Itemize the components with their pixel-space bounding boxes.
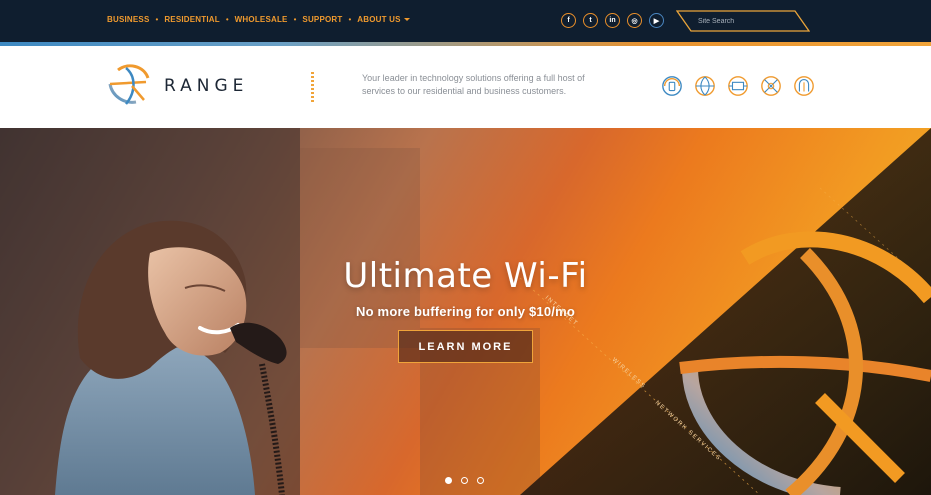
brand-tagline: Your leader in technology solutions offe… [362,73,585,96]
facebook-icon[interactable]: f [561,13,576,28]
social-links: f t in ◎ ▶ [561,13,671,28]
wireless-service-icon[interactable] [760,75,782,97]
network-service-icon[interactable] [793,75,815,97]
learn-more-button[interactable]: LEARN MORE [398,330,533,363]
brand-wordmark[interactable]: RANGE [164,76,248,96]
nav-separator: • [155,15,159,24]
nav-wholesale[interactable]: WHOLESALE [235,15,288,24]
header-divider [311,72,314,102]
hero-subtitle: No more buffering for only $10/mo [356,304,575,319]
nav-separator: • [293,15,297,24]
chevron-down-icon [403,18,410,22]
nav-separator: • [348,15,352,24]
nav-residential[interactable]: RESIDENTIAL [164,15,220,24]
linkedin-icon[interactable]: in [605,13,620,28]
nav-separator: • [225,15,229,24]
tv-service-icon[interactable] [727,75,749,97]
service-icons [661,75,826,97]
youtube-icon[interactable]: ▶ [649,13,664,28]
internet-service-icon[interactable] [694,75,716,97]
carousel-dots [445,477,493,484]
main-nav: BUSINESS • RESIDENTIAL • WHOLESALE • SUP… [107,15,410,24]
carousel-dot-2[interactable] [461,477,468,484]
nav-about-us-label: ABOUT US [357,15,401,24]
top-bar: BUSINESS • RESIDENTIAL • WHOLESALE • SUP… [0,0,931,42]
nav-about-us[interactable]: ABOUT US [357,15,410,24]
phone-service-icon[interactable] [661,75,683,97]
search-input[interactable] [698,14,794,28]
instagram-icon[interactable]: ◎ [627,13,642,28]
hero-title: Ultimate Wi-Fi [343,256,588,296]
range-logo-icon[interactable] [106,62,152,108]
hero-banner: Ultimate Wi-Fi No more buffering for onl… [0,128,931,495]
site-header: RANGE Your leader in technology solution… [0,46,931,128]
carousel-dot-1[interactable] [445,477,452,484]
site-search [676,10,810,32]
carousel-dot-3[interactable] [477,477,484,484]
nav-business[interactable]: BUSINESS [107,15,150,24]
nav-support[interactable]: SUPPORT [302,15,342,24]
twitter-icon[interactable]: t [583,13,598,28]
